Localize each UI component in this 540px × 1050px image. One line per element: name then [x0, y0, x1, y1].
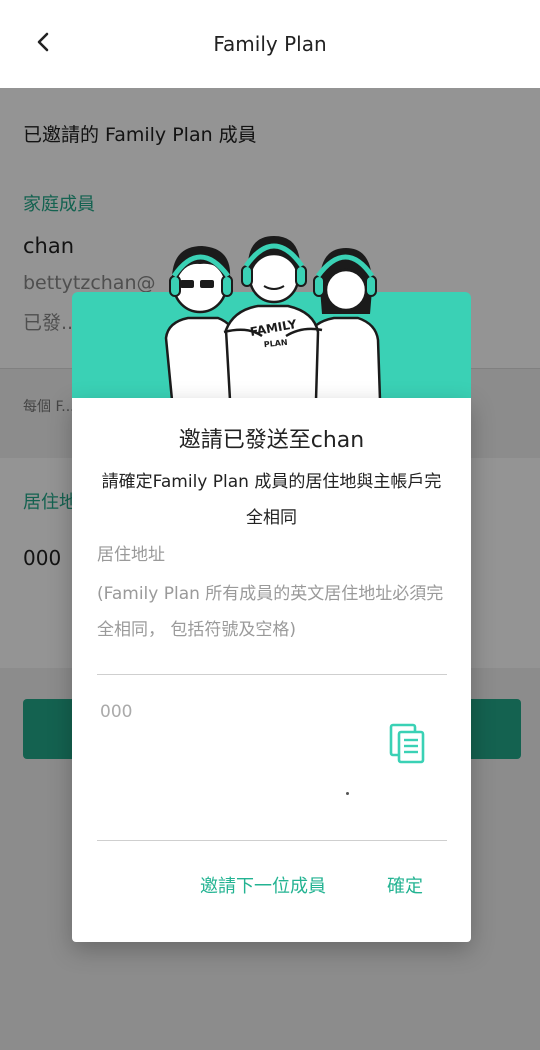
- copy-document-icon[interactable]: [388, 722, 428, 766]
- dialog-body: 邀請已發送至chan 請確定Family Plan 成員的居住地與主帳戶完全相同…: [72, 398, 471, 942]
- address-field-value[interactable]: 000: [100, 702, 132, 722]
- chevron-left-icon: [37, 32, 49, 52]
- divider: [97, 840, 447, 841]
- address-field-label: 居住地址: [97, 545, 165, 565]
- family-illustration: FAMILY PLAN: [164, 236, 382, 400]
- page-title: Family Plan: [213, 32, 327, 56]
- dialog-actions: 邀請下一位成員 確定: [72, 868, 471, 908]
- cursor-dot: [346, 792, 349, 795]
- invite-next-member-button[interactable]: 邀請下一位成員: [200, 872, 326, 898]
- address-field-hint: (Family Plan 所有成員的英文居住地址必須完全相同， 包括符號及空格): [97, 584, 444, 640]
- divider: [97, 674, 447, 675]
- confirm-button[interactable]: 確定: [387, 872, 423, 898]
- back-button[interactable]: [28, 26, 60, 58]
- invite-sent-dialog: FAMILY PLAN 邀請已發送至chan 請確定Family Plan 成員…: [72, 236, 471, 942]
- dialog-title: 邀請已發送至chan: [178, 428, 365, 453]
- dialog-subtitle: 請確定Family Plan 成員的居住地與主帳戶完全相同: [101, 472, 442, 528]
- app-header: Family Plan: [0, 0, 540, 88]
